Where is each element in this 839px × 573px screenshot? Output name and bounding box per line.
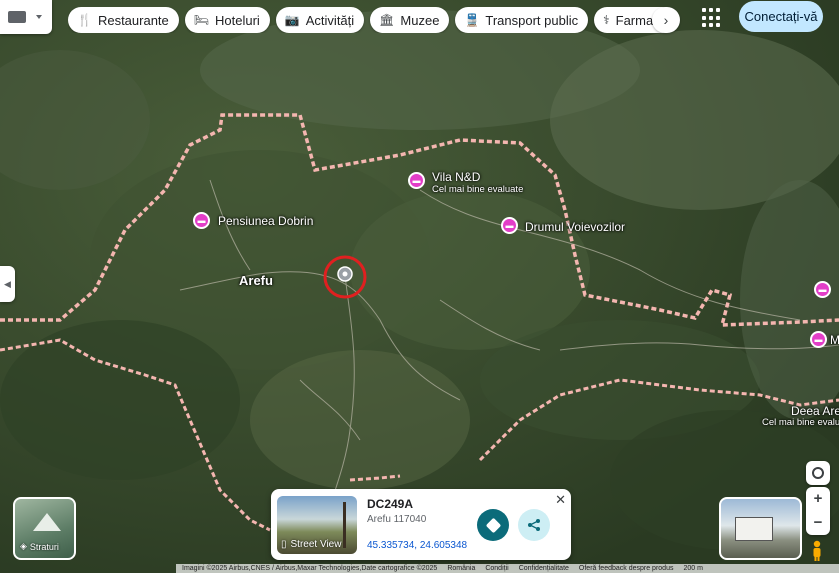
town-label-arefu[interactable]: Arefu: [239, 273, 273, 288]
bed-icon: 🛏: [193, 13, 210, 27]
chip-label: Activități: [305, 12, 355, 28]
sign-in-button[interactable]: Conectați-vă: [739, 1, 823, 32]
place-label-deea[interactable]: Deea Aref: [791, 404, 839, 418]
footer-terms-link[interactable]: Condiții: [485, 565, 508, 572]
footer-privacy-link[interactable]: Confidențialitate: [519, 565, 569, 572]
hotel-pin-edge-2[interactable]: ▬: [810, 331, 827, 348]
apps-grid-icon[interactable]: [702, 8, 722, 28]
my-location-button[interactable]: [806, 461, 830, 485]
footer-feedback-link[interactable]: Oferă feedback despre produs: [579, 565, 674, 572]
camera-icon: 📷: [284, 13, 300, 27]
chip-label: Hoteluri: [215, 12, 260, 28]
place-label-drumul[interactable]: Drumul Voievozilor: [525, 220, 625, 234]
place-coordinates[interactable]: 45.335734, 24.605348: [367, 540, 467, 551]
layers-button[interactable]: ◈ Straturi: [13, 497, 76, 560]
train-icon: 🚆: [464, 13, 480, 27]
hotel-pin-edge-1[interactable]: ▬: [814, 281, 831, 298]
place-label-vila[interactable]: Vila N&D: [432, 170, 480, 184]
street-view-label: Street View: [290, 539, 342, 550]
zoom-in-button[interactable]: +: [814, 487, 823, 511]
collapse-side-panel-button[interactable]: ◀: [0, 266, 15, 302]
map-footer: Imagini ©2025 Airbus,CNES / Airbus,Maxar…: [176, 564, 839, 573]
layers-label: Straturi: [29, 541, 59, 552]
chip-restaurante[interactable]: 🍴 Restaurante: [68, 7, 179, 33]
hotel-pin-vila[interactable]: ▬: [408, 172, 425, 189]
directions-icon: [485, 517, 501, 533]
chip-hoteluri[interactable]: 🛏 Hoteluri: [184, 7, 270, 33]
chips-scroll-right-button[interactable]: ›: [652, 7, 680, 33]
layers-icon: ◈: [20, 541, 27, 551]
street-view-icon: ▯: [281, 539, 287, 550]
place-card: ▯ Street View DC249A Arefu 117040 45.335…: [271, 489, 571, 560]
fork-knife-icon: 🍴: [77, 13, 92, 27]
footer-country-link[interactable]: România: [447, 565, 475, 572]
street-view-thumbnail[interactable]: ▯ Street View: [277, 496, 357, 554]
chip-label: Muzee: [400, 12, 440, 28]
chip-label: Transport public: [485, 12, 579, 28]
hotel-pin-pensiunea[interactable]: ▬: [193, 212, 210, 229]
chevron-down-icon: [36, 15, 42, 19]
chip-label: Restaurante: [97, 12, 169, 28]
mountain-thumbnail-icon: [33, 513, 61, 531]
place-sub-vila: Cel mai bine evaluate: [432, 184, 524, 195]
place-address: Arefu 117040: [367, 514, 427, 525]
satellite-map[interactable]: [0, 0, 839, 573]
menu-button[interactable]: [0, 0, 52, 34]
directions-button[interactable]: [477, 509, 509, 541]
place-label-edge: M: [830, 333, 839, 347]
keyboard-icon: [8, 11, 26, 23]
category-chips: 🍴 Restaurante 🛏 Hoteluri 📷 Activități 🏛 …: [68, 7, 680, 33]
share-button[interactable]: [518, 509, 550, 541]
place-sub-deea: Cel mai bine evaluate: [762, 417, 839, 428]
place-title: DC249A: [367, 497, 414, 511]
chip-transport-public[interactable]: 🚆 Transport public: [455, 7, 589, 33]
street-view-preview[interactable]: [719, 497, 802, 560]
close-icon[interactable]: ✕: [555, 492, 566, 508]
share-icon: [528, 519, 540, 531]
imagery-credits: Imagini ©2025 Airbus,CNES / Airbus,Maxar…: [182, 565, 438, 572]
chevron-right-icon: ›: [663, 12, 669, 28]
chip-activitati[interactable]: 📷 Activități: [275, 7, 365, 33]
place-label-pensiunea[interactable]: Pensiunea Dobrin: [218, 214, 313, 228]
house-thumbnail: [735, 517, 773, 541]
chip-muzee[interactable]: 🏛 Muzee: [370, 7, 450, 33]
museum-icon: 🏛: [379, 13, 395, 27]
zoom-out-button[interactable]: −: [814, 511, 823, 535]
crosshair-icon: [812, 467, 824, 479]
pharmacy-icon: ⚕: [603, 13, 610, 27]
hotel-pin-drumul[interactable]: ▬: [501, 217, 518, 234]
zoom-controls: + −: [806, 487, 830, 535]
pegman-icon[interactable]: [809, 540, 825, 562]
chevron-left-icon: ◀: [4, 278, 11, 289]
scale-bar[interactable]: 200 m: [683, 565, 702, 572]
